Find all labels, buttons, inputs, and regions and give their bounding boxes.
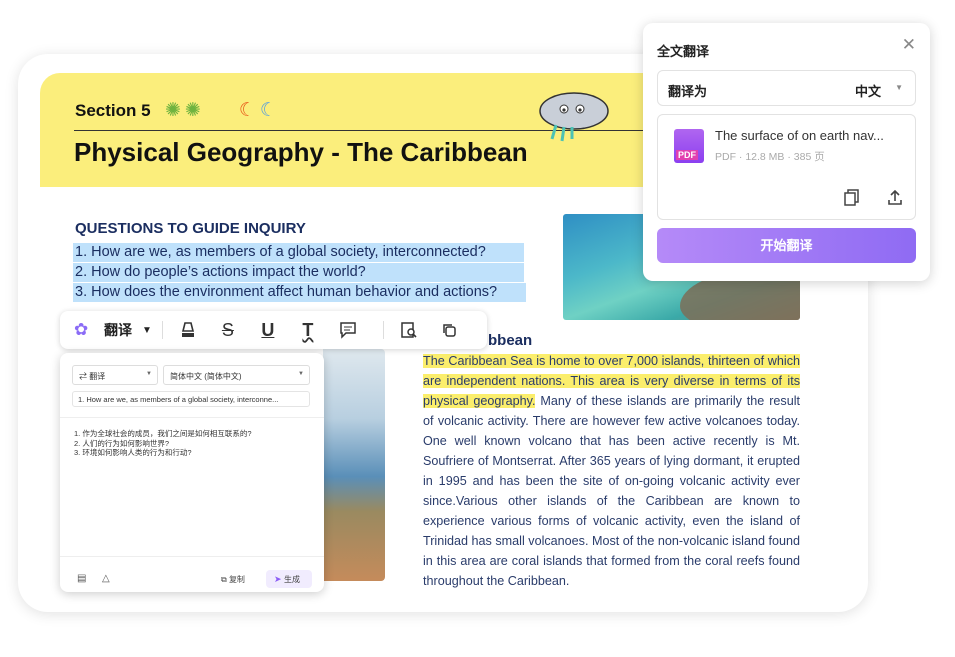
target-language-select[interactable]: 翻译为 中文 ▼ [657, 70, 916, 106]
pdf-file-icon: PDF [674, 129, 704, 163]
chevron-down-icon: ▼ [298, 371, 304, 377]
toolbar-divider [161, 321, 163, 339]
toolbar-divider [382, 321, 384, 339]
question-item[interactable]: 3. How does the environment affect human… [73, 283, 526, 302]
translate-mode-select[interactable]: ⇄ 翻译 ▼ [72, 365, 158, 385]
moon-icon: ☾ [259, 100, 281, 121]
cloud-character-icon [539, 92, 609, 142]
file-card: PDF The surface of on earth nav... PDF ·… [657, 114, 916, 220]
start-translate-button[interactable]: 开始翻译 [657, 228, 916, 263]
search-text-icon[interactable] [394, 317, 424, 343]
panel-title: 全文翻译 [657, 44, 710, 59]
highlighter-icon[interactable] [173, 317, 203, 343]
panel-divider [60, 417, 324, 418]
page-title: Physical Geography - The Caribbean [74, 137, 528, 167]
comment-icon[interactable] [333, 317, 363, 343]
questions-heading: QUESTIONS TO GUIDE INQUIRY [75, 220, 306, 237]
article-subheading: bbean [488, 332, 533, 349]
selection-toolbar: ✿ 翻译 ▼ S U T [60, 311, 487, 349]
comment-icon[interactable]: ▤ [77, 573, 86, 584]
coastal-town-photo [323, 349, 385, 581]
moon-icon: ☾ [238, 100, 260, 121]
copy-icon: ⧉ [221, 575, 229, 584]
target-language-select[interactable]: 简体中文 (简体中文) ▼ [163, 365, 310, 385]
chevron-down-icon: ▼ [146, 371, 152, 377]
result-line: 2. 人们的行为如何影响世界? [74, 438, 170, 448]
close-icon[interactable]: ✕ [902, 35, 916, 55]
replace-file-icon[interactable] [844, 189, 860, 210]
send-icon: ➤ [274, 574, 285, 584]
copy-icon[interactable] [434, 317, 464, 343]
generate-button[interactable]: ➤ 生成 [266, 570, 312, 588]
highlighter-icon[interactable]: △ [102, 573, 110, 584]
underline-icon[interactable]: U [253, 317, 283, 343]
translation-footer: ▤ △ ⧉ 复制 ➤ 生成 [60, 556, 324, 592]
result-line: 1. 作为全球社会的成员，我们之间是如何相互联系的? [74, 429, 252, 438]
translate-menu-label[interactable]: 翻译 [104, 320, 132, 340]
article-paragraph: The Caribbean Sea is home to over 7,000 … [423, 351, 800, 591]
file-info: PDF · 12.8 MB · 385 页 [715, 151, 825, 163]
translation-panel: ⇄ 翻译 ▼ 简体中文 (简体中文) ▼ 1. How are we, as m… [60, 353, 324, 592]
chevron-down-icon: ▼ [895, 83, 903, 92]
result-line: 3. 环境如何影响人类的行为和行动? [74, 448, 192, 457]
strikethrough-icon[interactable]: S [213, 317, 243, 343]
full-translate-panel: 全文翻译 ✕ 翻译为 中文 ▼ PDF The surface of on ea… [643, 23, 930, 281]
chevron-down-icon[interactable]: ▼ [142, 325, 152, 336]
translate-to-value: 中文 [854, 84, 881, 99]
translate-icon: ⇄ [79, 372, 90, 381]
file-name: The surface of on earth nav... [715, 128, 884, 143]
question-item[interactable]: 2. How do people’s actions impact the wo… [73, 263, 524, 282]
translate-to-label: 翻译为 [668, 84, 708, 99]
copy-button[interactable]: ⧉ 复制 [221, 574, 245, 585]
decorative-icons: ✺✺ ☾☾ [165, 99, 281, 122]
squiggly-text-icon[interactable]: T [293, 317, 323, 343]
source-text-field[interactable]: 1. How are we, as members of a global so… [72, 391, 310, 407]
translation-result: 1. 作为全球社会的成员，我们之间是如何相互联系的? 2. 人们的行为如何影响世… [74, 429, 252, 458]
section-label: Section 5 [75, 101, 151, 120]
upload-icon[interactable] [887, 189, 903, 210]
ai-logo-icon[interactable]: ✿ [74, 320, 94, 340]
paragraph-text: Many of these islands are primarily the … [423, 394, 800, 588]
sun-icon: ✺✺ [165, 100, 205, 121]
question-item[interactable]: 1. How are we, as members of a global so… [73, 243, 524, 262]
